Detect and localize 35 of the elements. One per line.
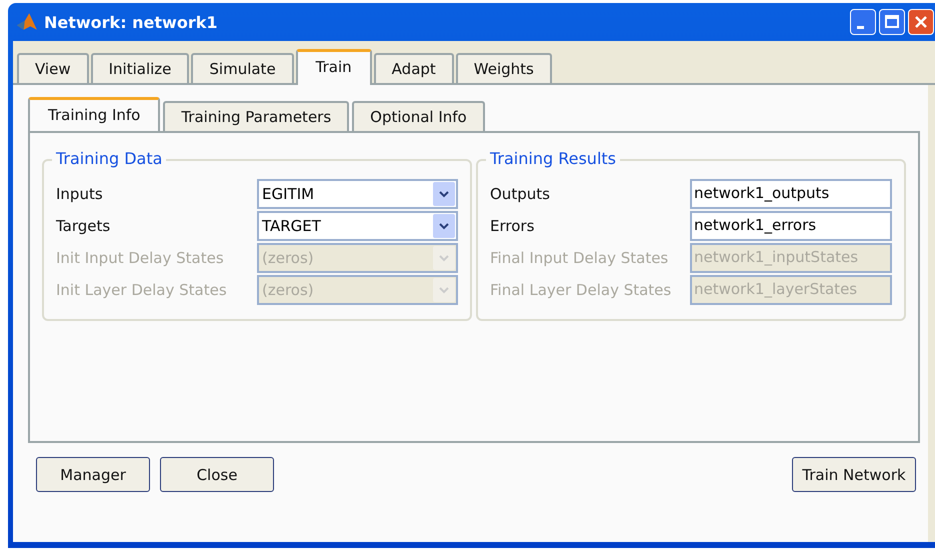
tab[interactable]: Initialize — [90, 53, 190, 83]
chevron-down-icon — [433, 214, 455, 238]
chevron-down-icon — [433, 246, 455, 270]
chevron-down-icon — [433, 182, 455, 206]
text-field[interactable]: network1_errors — [690, 211, 892, 241]
tab[interactable]: Simulate — [191, 53, 294, 83]
dropdown[interactable]: EGITIM — [257, 179, 458, 209]
chevron-down-icon — [433, 278, 455, 302]
field-label: Inputs — [56, 185, 103, 203]
tab[interactable]: Training Parameters — [163, 101, 350, 131]
group-title: Training Results — [486, 149, 620, 168]
group-title: Training Data — [52, 149, 166, 168]
tab[interactable]: Weights — [456, 53, 552, 83]
train-network-button[interactable]: Train Network — [792, 457, 916, 492]
tab[interactable]: View — [17, 53, 89, 83]
tab[interactable]: Optional Info — [352, 101, 485, 131]
close-dialog-button[interactable]: Close — [160, 457, 274, 492]
dropdown[interactable]: TARGET — [257, 211, 458, 241]
maximize-button[interactable] — [879, 9, 905, 35]
minimize-icon — [856, 26, 864, 28]
field-label: Init Input Delay States — [56, 249, 224, 267]
field-label: Final Layer Delay States — [490, 281, 672, 299]
tab[interactable]: Training Info — [28, 97, 160, 133]
field-label: Targets — [56, 217, 110, 235]
close-button[interactable] — [908, 9, 934, 35]
minimize-button[interactable] — [850, 9, 876, 35]
field-label: Errors — [490, 217, 534, 235]
window-title: Network: network1 — [44, 12, 218, 32]
tab[interactable]: Train — [296, 49, 372, 85]
field-label: Init Layer Delay States — [56, 281, 227, 299]
text-field[interactable]: network1_outputs — [690, 179, 892, 209]
tab[interactable]: Adapt — [374, 53, 454, 83]
field-label: Outputs — [490, 185, 550, 203]
manager-button[interactable]: Manager — [36, 457, 150, 492]
field-label: Final Input Delay States — [490, 249, 668, 267]
